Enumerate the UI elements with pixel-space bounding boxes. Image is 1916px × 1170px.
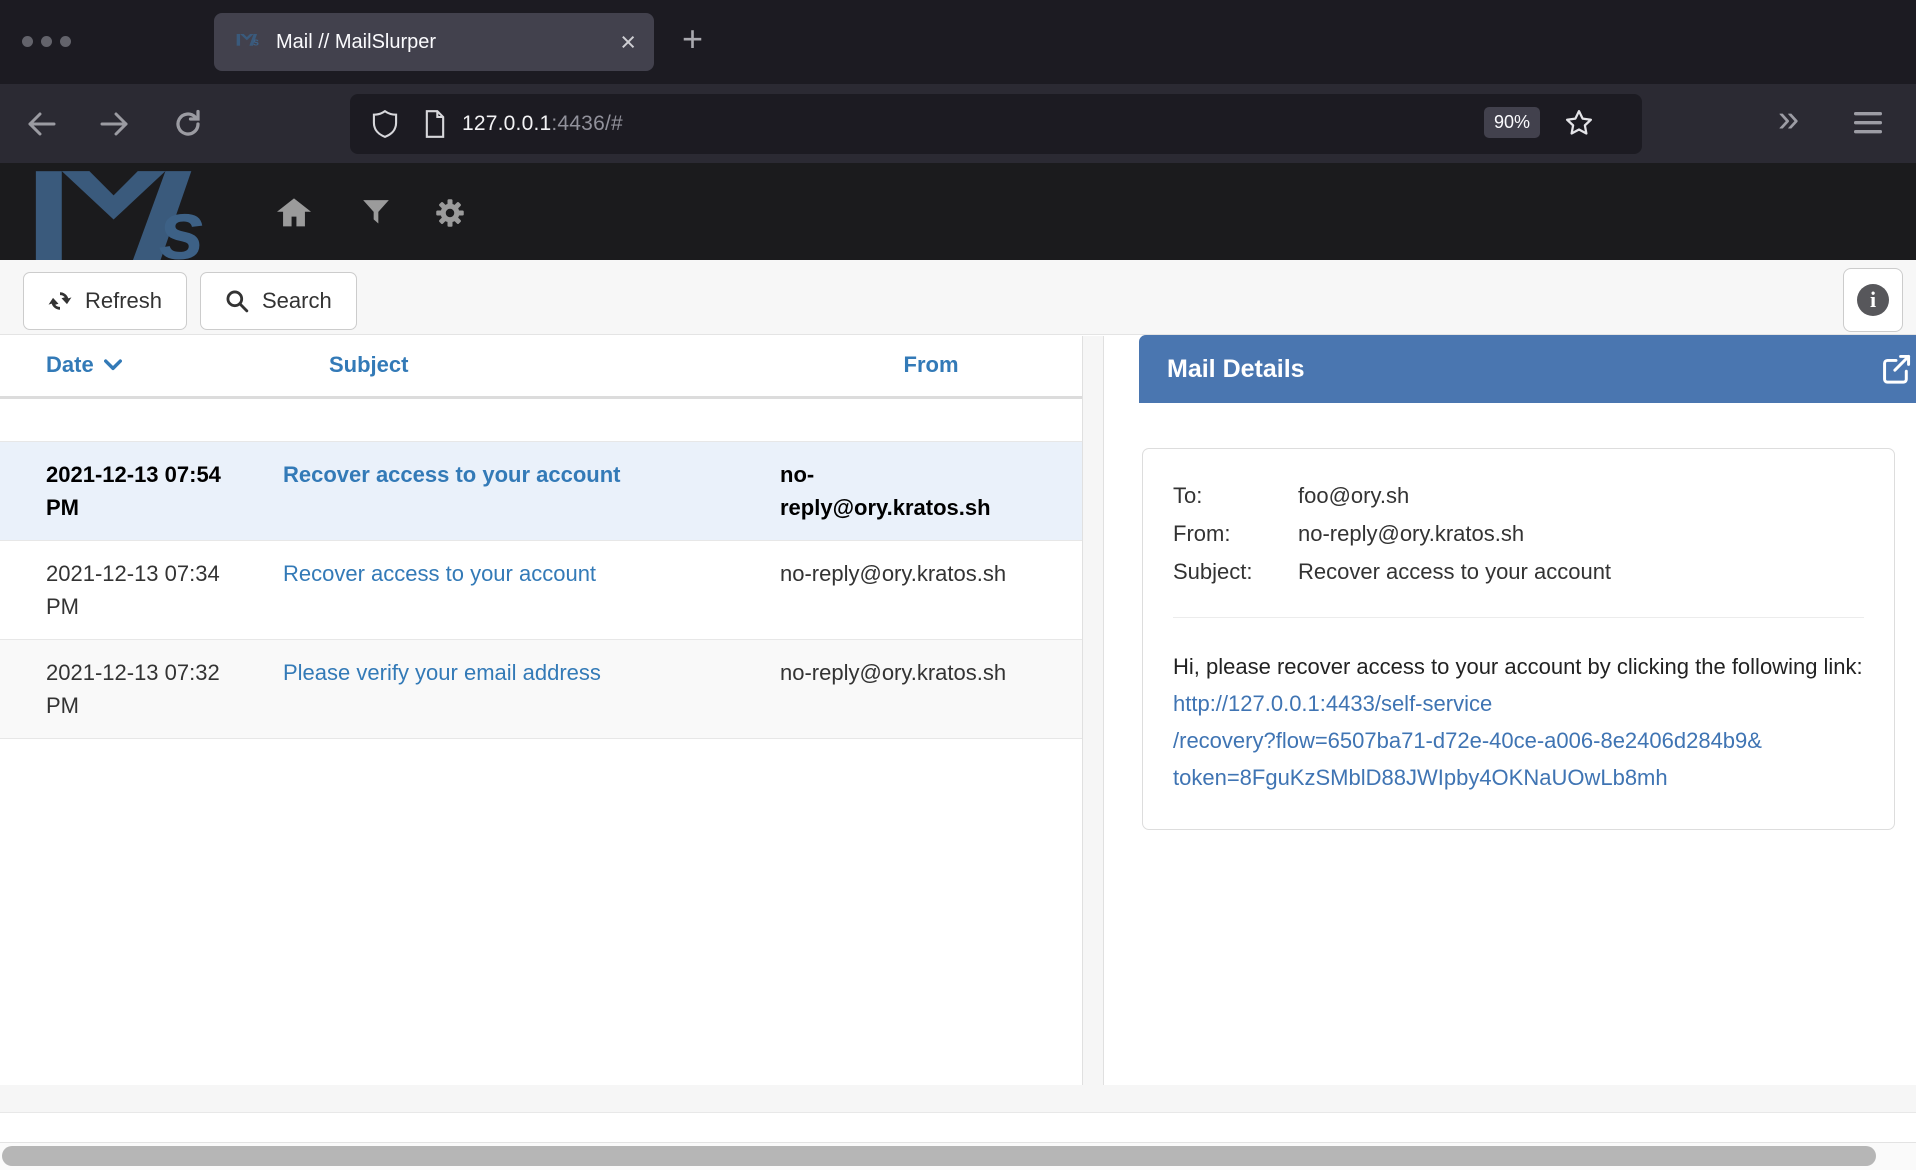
- app-toolbar: Refresh Search i: [0, 260, 1916, 335]
- logo-s-letter: s: [159, 182, 206, 261]
- mail-list-panel: Date Subject From 2021-12-13 07:54 PM Re…: [0, 336, 1083, 1085]
- mail-details-card: To: foo@ory.sh From: no-reply@ory.kratos…: [1142, 448, 1895, 830]
- subject-value: Recover access to your account: [1298, 553, 1864, 591]
- search-button-label: Search: [262, 288, 332, 314]
- mail-body: Hi, please recover access to your accoun…: [1173, 648, 1864, 796]
- mail-subject-link[interactable]: Recover access to your account: [283, 462, 620, 487]
- mailslurper-logo[interactable]: s: [30, 166, 230, 266]
- sort-desc-icon: [104, 359, 122, 371]
- refresh-button-label: Refresh: [85, 288, 162, 314]
- mail-details-panel: Mail Details To: foo@ory.sh From: no-rep…: [1104, 336, 1916, 1085]
- mail-body-text: Hi, please recover access to your accoun…: [1173, 654, 1863, 679]
- app-navbar: s: [0, 163, 1916, 260]
- svg-text:s: s: [253, 36, 259, 48]
- tab-strip: s Mail // MailSlurper × +: [0, 0, 1916, 84]
- details-divider: [1173, 617, 1864, 618]
- column-header-from[interactable]: From: [780, 352, 1082, 378]
- info-icon: i: [1857, 284, 1889, 316]
- mail-row[interactable]: 2021-12-13 07:34 PM Recover access to yo…: [0, 540, 1082, 639]
- recovery-link-line1: http://127.0.0.1:4433/self-service: [1173, 691, 1492, 716]
- search-button[interactable]: Search: [200, 272, 357, 330]
- refresh-icon: [48, 289, 72, 313]
- tab-title: Mail // MailSlurper: [276, 31, 620, 54]
- mail-details-header: Mail Details: [1139, 335, 1916, 403]
- mail-from: no-reply@ory.kratos.sh: [780, 656, 1010, 689]
- forward-icon[interactable]: [92, 102, 136, 146]
- panel-divider: [1083, 336, 1104, 1085]
- url-host: 127.0.0.1: [462, 112, 551, 135]
- browser-toolbar: 127.0.0.1:4436/# 90% »: [0, 84, 1916, 163]
- meta-row-to: To: foo@ory.sh: [1173, 477, 1864, 515]
- window-controls[interactable]: [22, 36, 71, 47]
- mail-from: no-reply@ory.kratos.sh: [780, 458, 1010, 524]
- recovery-link[interactable]: http://127.0.0.1:4433/self-service/recov…: [1173, 691, 1864, 796]
- url-text: 127.0.0.1:4436/#: [462, 112, 623, 136]
- refresh-button[interactable]: Refresh: [23, 272, 187, 330]
- filter-icon[interactable]: [356, 193, 396, 233]
- home-icon[interactable]: [274, 193, 314, 233]
- mail-date: 2021-12-13 07:32 PM: [46, 656, 251, 722]
- meta-row-from: From: no-reply@ory.kratos.sh: [1173, 515, 1864, 553]
- scrollbar-thumb[interactable]: [2, 1146, 1876, 1166]
- menu-icon[interactable]: [1852, 110, 1884, 141]
- settings-gear-icon[interactable]: [430, 193, 470, 233]
- mail-date: 2021-12-13 07:34 PM: [46, 557, 251, 623]
- info-button[interactable]: i: [1843, 268, 1903, 332]
- recovery-link-line3: token=8FguKzSMblD88JWIpby4OKNaUOwLb8mh: [1173, 759, 1864, 796]
- mail-details-title: Mail Details: [1167, 355, 1305, 384]
- to-label: To:: [1173, 477, 1298, 515]
- browser-tab[interactable]: s Mail // MailSlurper ×: [214, 13, 654, 71]
- zoom-level-badge[interactable]: 90%: [1484, 107, 1540, 138]
- mail-rows: 2021-12-13 07:54 PM Recover access to yo…: [0, 441, 1082, 739]
- mail-from: no-reply@ory.kratos.sh: [780, 557, 1010, 590]
- search-icon: [225, 289, 249, 313]
- footer-strip: [0, 1085, 1916, 1113]
- bookmark-star-icon[interactable]: [1564, 108, 1594, 143]
- recovery-link-line2: /recovery?flow=6507ba71-d72e-40ce-a006-8…: [1173, 722, 1864, 759]
- column-header-subject[interactable]: Subject: [329, 352, 780, 378]
- mail-row-selected[interactable]: 2021-12-13 07:54 PM Recover access to yo…: [0, 441, 1082, 540]
- open-external-icon[interactable]: [1880, 353, 1912, 385]
- overflow-chevrons-icon[interactable]: »: [1778, 98, 1799, 141]
- from-value: no-reply@ory.kratos.sh: [1298, 515, 1864, 553]
- mail-list-header: Date Subject From: [0, 336, 1082, 399]
- mail-subject-link[interactable]: Please verify your email address: [283, 660, 601, 685]
- date-column-label: Date: [46, 352, 94, 378]
- reload-icon[interactable]: [166, 102, 210, 146]
- back-icon[interactable]: [20, 102, 64, 146]
- url-path: :4436/#: [551, 112, 622, 135]
- subject-label: Subject:: [1173, 553, 1298, 591]
- meta-row-subject: Subject: Recover access to your account: [1173, 553, 1864, 591]
- shield-icon[interactable]: [372, 110, 398, 138]
- mail-date: 2021-12-13 07:54 PM: [46, 458, 251, 524]
- tab-close-icon[interactable]: ×: [620, 29, 636, 56]
- from-label: From:: [1173, 515, 1298, 553]
- browser-window: s Mail // MailSlurper × +: [0, 0, 1916, 1170]
- mail-subject-link[interactable]: Recover access to your account: [283, 561, 596, 586]
- mailslurper-favicon: s: [236, 31, 262, 53]
- column-header-date[interactable]: Date: [46, 352, 329, 378]
- page-icon[interactable]: [424, 110, 446, 138]
- to-value: foo@ory.sh: [1298, 477, 1864, 515]
- mail-row[interactable]: 2021-12-13 07:32 PM Please verify your e…: [0, 639, 1082, 739]
- url-bar[interactable]: 127.0.0.1:4436/# 90%: [350, 94, 1642, 154]
- new-tab-button[interactable]: +: [682, 18, 703, 60]
- horizontal-scrollbar[interactable]: [0, 1142, 1916, 1170]
